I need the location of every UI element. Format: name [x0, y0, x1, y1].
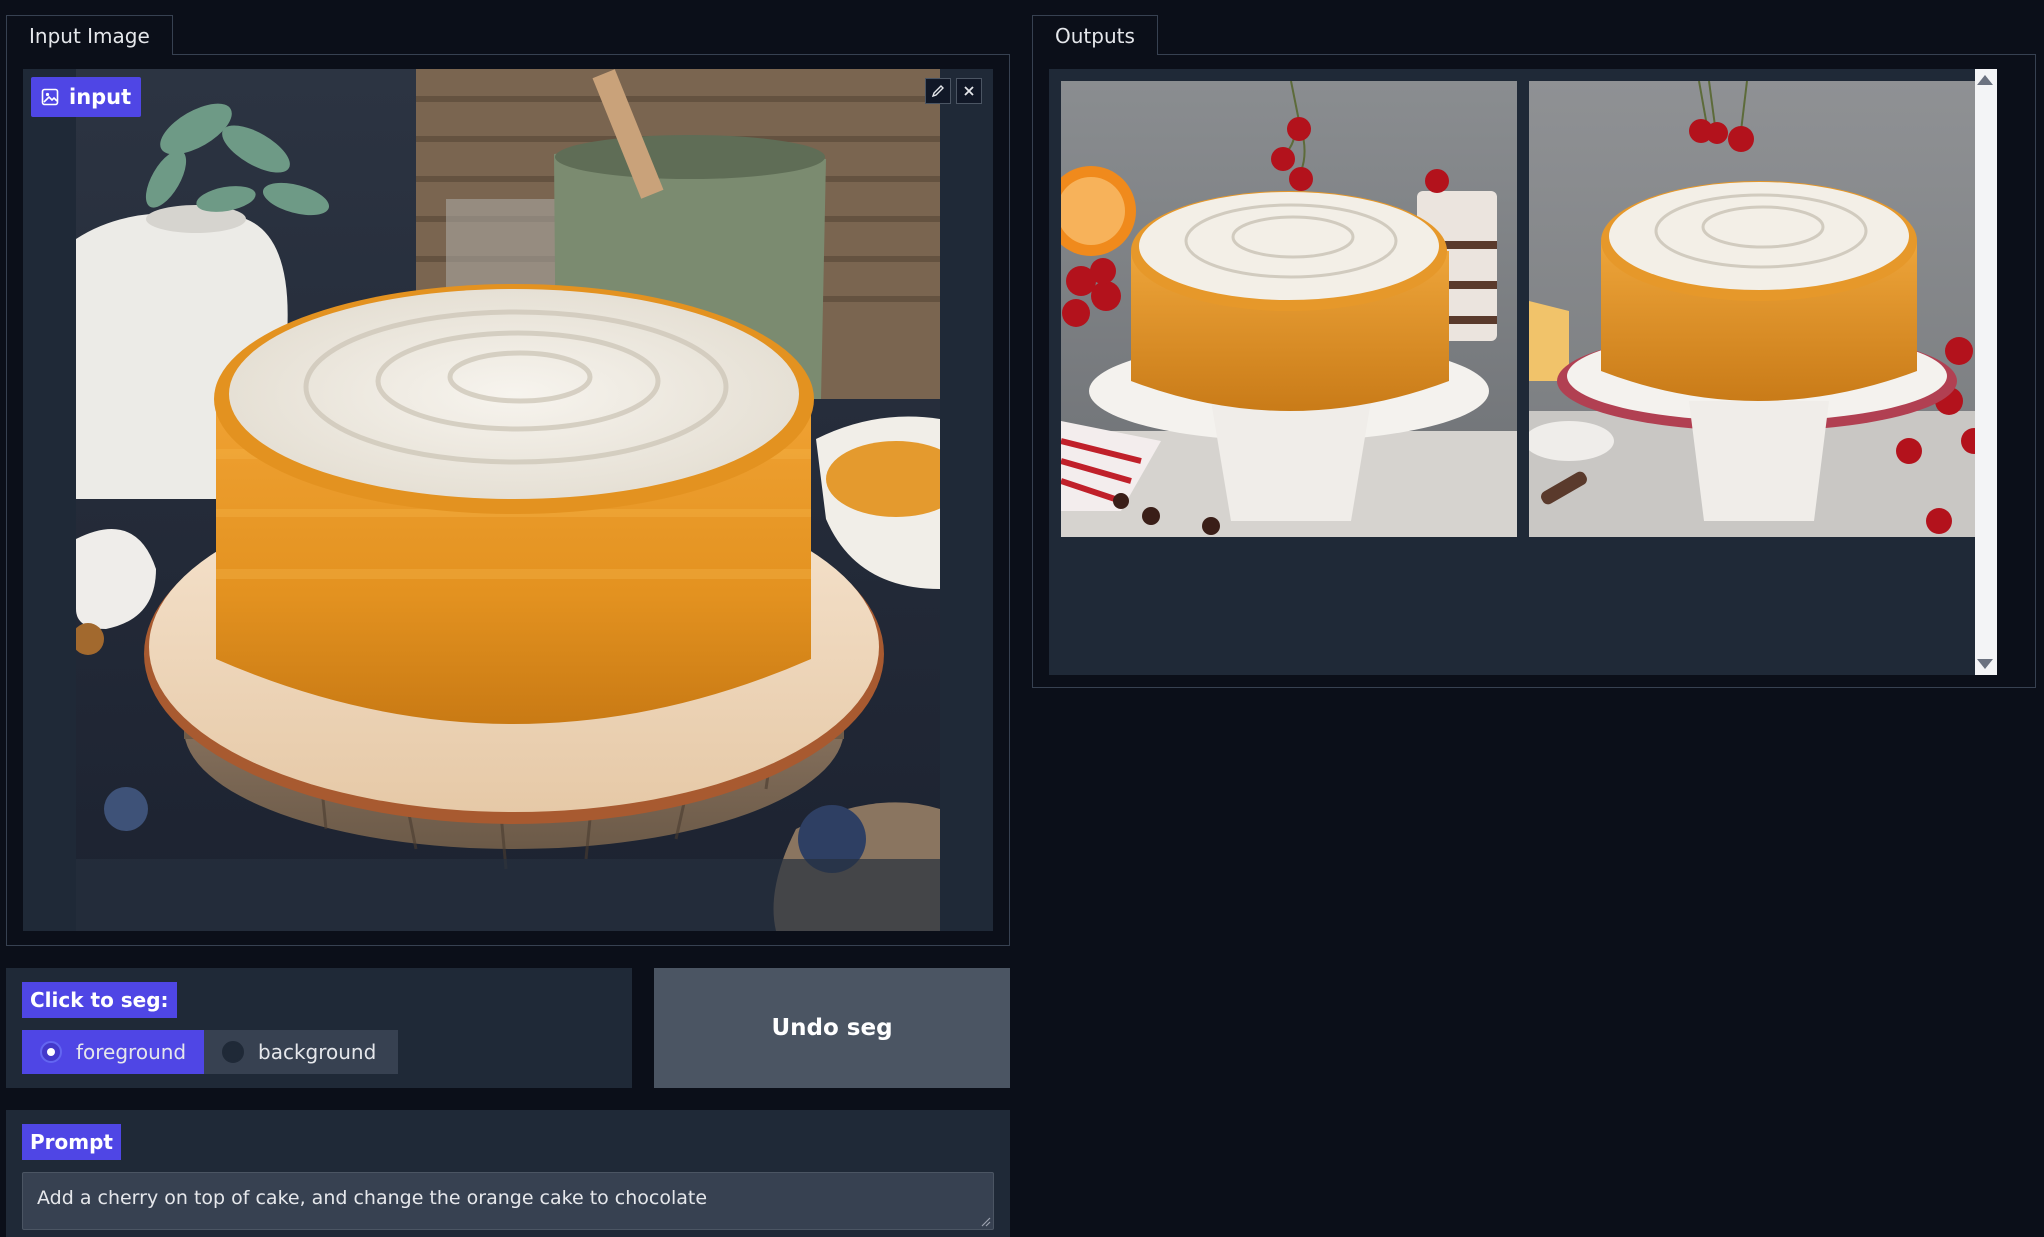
outputs-panel [1032, 54, 2036, 688]
prompt-panel: Prompt Add a cherry on top of cake, and … [6, 1110, 1010, 1237]
output-image[interactable] [1061, 81, 1517, 537]
tab-input-image-label: Input Image [29, 24, 150, 48]
pencil-icon [931, 85, 944, 98]
resize-grip-icon[interactable] [979, 1215, 991, 1227]
seg-panel: Click to seg: foreground background [6, 968, 632, 1088]
tab-outputs-label: Outputs [1055, 24, 1135, 48]
input-image-badge: input [31, 77, 142, 117]
radio-background[interactable]: background [204, 1030, 399, 1074]
tab-input-image[interactable]: Input Image [6, 15, 173, 55]
undo-seg-label: Undo seg [771, 1015, 893, 1041]
radio-foreground-label: foreground [76, 1040, 187, 1064]
image-icon [41, 88, 59, 106]
radio-unselected-icon [222, 1041, 244, 1063]
output-image[interactable] [1529, 81, 1985, 537]
outputs-gallery [1049, 69, 1997, 675]
edit-image-button[interactable] [925, 78, 951, 104]
input-image-badge-label: input [69, 85, 132, 109]
tab-outputs[interactable]: Outputs [1032, 15, 1158, 55]
scroll-up-arrow[interactable] [1977, 75, 1993, 85]
radio-background-label: background [258, 1040, 377, 1064]
prompt-textarea[interactable]: Add a cherry on top of cake, and change … [22, 1172, 994, 1230]
input-image[interactable] [76, 69, 940, 931]
input-image-panel: input [6, 54, 1010, 946]
clear-image-button[interactable] [956, 78, 982, 104]
close-icon [964, 86, 974, 96]
input-image-well[interactable]: input [23, 69, 993, 931]
prompt-text: Add a cherry on top of cake, and change … [37, 1187, 708, 1209]
radio-foreground[interactable]: foreground [22, 1030, 209, 1074]
undo-seg-button[interactable]: Undo seg [654, 968, 1010, 1088]
prompt-label: Prompt [22, 1124, 121, 1160]
scroll-down-arrow[interactable] [1977, 659, 1993, 669]
radio-selected-icon [40, 1041, 62, 1063]
seg-label: Click to seg: [22, 982, 177, 1018]
outputs-scrollbar[interactable] [1975, 69, 1997, 675]
